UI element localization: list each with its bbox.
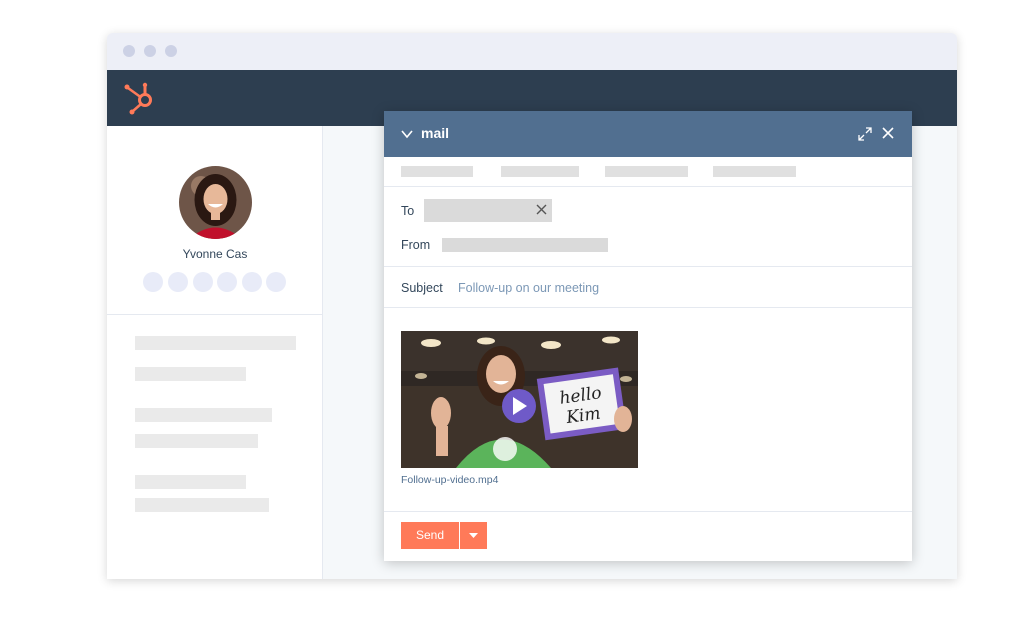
placeholder-bar: [135, 408, 272, 422]
contact-action-circle[interactable]: [266, 272, 286, 292]
email-composer: mail To From Subject Follow-up on our me…: [384, 111, 912, 561]
from-label: From: [401, 238, 431, 252]
composer-title: mail: [421, 125, 450, 141]
subject-label: Subject: [401, 281, 443, 295]
caret-down-icon: [469, 533, 478, 538]
contact-action-circle[interactable]: [242, 272, 262, 292]
contact-action-circle[interactable]: [143, 272, 163, 292]
from-field[interactable]: [442, 238, 608, 252]
hubspot-sprocket-icon[interactable]: [122, 80, 158, 116]
attachment-file-name[interactable]: Follow-up-video.mp4: [401, 474, 498, 486]
toolbar-placeholder[interactable]: [401, 166, 473, 177]
close-icon[interactable]: [536, 204, 547, 215]
toolbar-placeholder[interactable]: [501, 166, 579, 177]
placeholder-bar: [135, 336, 296, 350]
recipient-chip[interactable]: [424, 199, 552, 222]
contact-sidebar: Yvonne Cas: [107, 126, 323, 579]
close-icon[interactable]: [882, 127, 894, 139]
placeholder-bar: [135, 434, 258, 448]
divider: [384, 186, 912, 187]
placeholder-bar: [135, 367, 246, 381]
send-options-button[interactable]: [460, 522, 487, 549]
divider: [384, 307, 912, 308]
window-dot: [165, 45, 177, 57]
subject-input[interactable]: Follow-up on our meeting: [458, 281, 599, 295]
to-label: To: [401, 204, 415, 218]
placeholder-bar: [135, 475, 246, 489]
sidebar-divider: [107, 314, 323, 315]
placeholder-bar: [135, 498, 269, 512]
window-dot: [144, 45, 156, 57]
contact-action-circle[interactable]: [193, 272, 213, 292]
contact-name: Yvonne Cas: [182, 247, 248, 261]
window-dot: [123, 45, 135, 57]
play-icon[interactable]: [502, 389, 536, 423]
chevron-down-icon[interactable]: [400, 127, 414, 141]
divider: [384, 511, 912, 512]
toolbar-placeholder[interactable]: [713, 166, 796, 177]
toolbar-placeholder[interactable]: [605, 166, 688, 177]
composer-header: mail: [384, 111, 912, 157]
expand-icon[interactable]: [858, 127, 872, 141]
window-titlebar: [107, 33, 957, 70]
contact-action-circle[interactable]: [217, 272, 237, 292]
contact-action-circle[interactable]: [168, 272, 188, 292]
divider: [384, 266, 912, 267]
video-thumbnail[interactable]: hello Kim: [401, 331, 638, 468]
contact-avatar[interactable]: [179, 166, 252, 239]
send-button[interactable]: Send: [401, 522, 459, 549]
